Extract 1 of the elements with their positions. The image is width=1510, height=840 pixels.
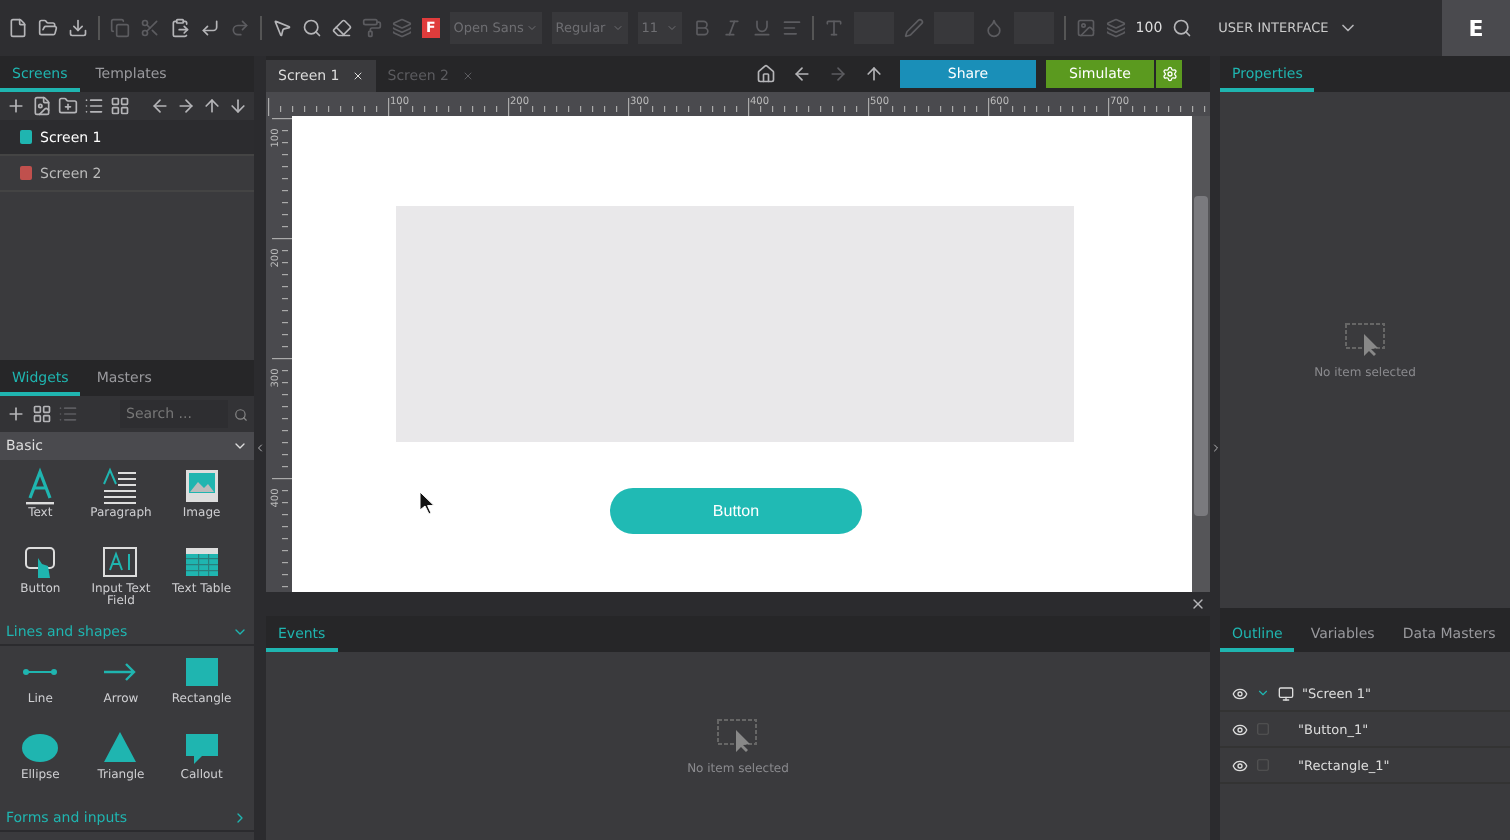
user-avatar[interactable]: E: [1442, 0, 1510, 56]
